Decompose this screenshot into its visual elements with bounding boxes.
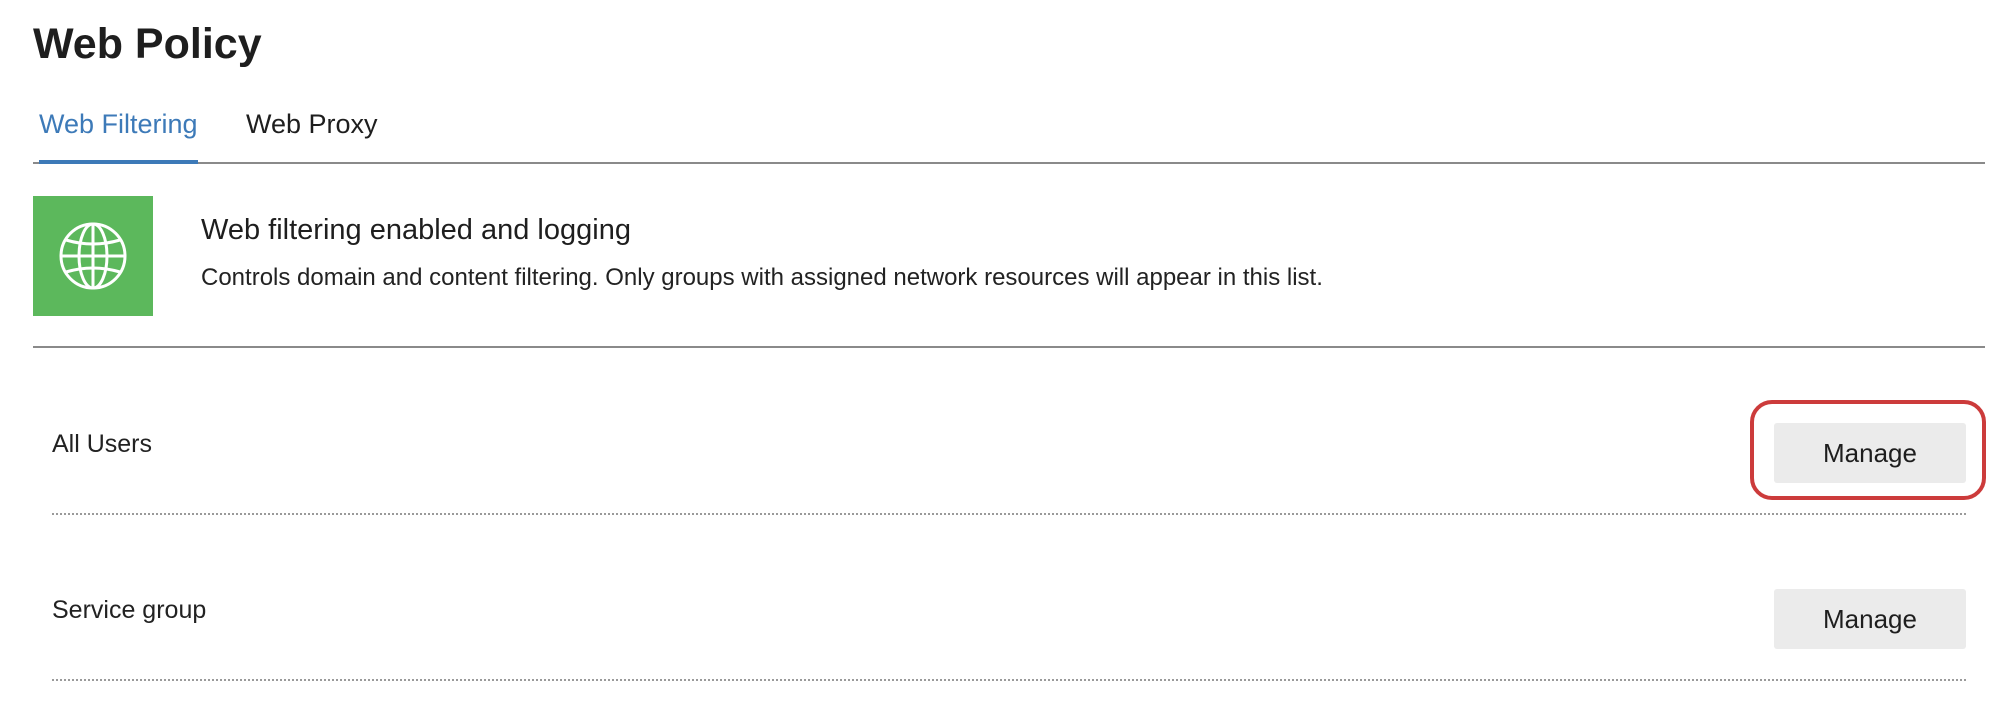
list-item: All Users Manage: [52, 413, 1966, 515]
status-panel: Web filtering enabled and logging Contro…: [33, 196, 1985, 348]
status-description: Controls domain and content filtering. O…: [201, 264, 1323, 291]
globe-icon: [59, 222, 127, 290]
status-icon-tile: [33, 196, 153, 316]
tab-web-proxy[interactable]: Web Proxy: [246, 104, 378, 160]
status-title: Web filtering enabled and logging: [201, 214, 631, 246]
manage-button[interactable]: Manage: [1774, 589, 1966, 649]
tab-bar: Web Filtering Web Proxy: [33, 98, 1985, 164]
group-name: Service group: [52, 596, 207, 624]
page-title: Web Policy: [33, 20, 262, 68]
manage-button[interactable]: Manage: [1774, 423, 1966, 483]
group-name: All Users: [52, 430, 153, 458]
tab-web-filtering[interactable]: Web Filtering: [39, 104, 198, 164]
list-item: Service group Manage: [52, 579, 1966, 681]
